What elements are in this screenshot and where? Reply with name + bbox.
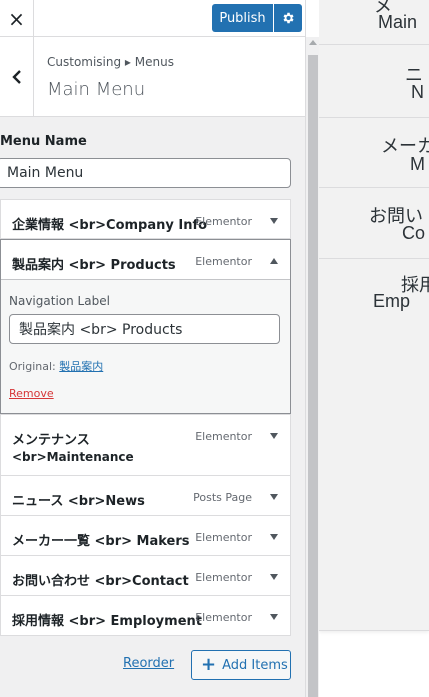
menu-name-label: Menu Name xyxy=(0,134,87,149)
chevron-down-icon[interactable] xyxy=(268,531,280,543)
navigation-label-input[interactable] xyxy=(9,314,280,344)
menu-item-title: 企業情報 <br>Company Info xyxy=(12,218,208,233)
chevron-down-icon[interactable] xyxy=(268,215,280,227)
chevron-down-icon[interactable] xyxy=(268,611,280,623)
menu-name-input[interactable] xyxy=(0,158,291,188)
chevron-down-icon[interactable] xyxy=(268,571,280,583)
menu-item-title: メンテナンス xyxy=(12,433,90,448)
preview-item-line2: N xyxy=(411,82,424,102)
breadcrumb: Customising ▸ Menus xyxy=(47,55,174,69)
menu-item-title: 製品案内 <br> Products xyxy=(12,258,176,273)
menu-item-makers[interactable]: メーカー一覧 <br> Makers Elementor xyxy=(0,515,291,556)
original-prefix: Original: xyxy=(9,360,60,373)
scroll-up-icon[interactable] xyxy=(309,40,317,45)
menu-item-type: Elementor xyxy=(195,611,252,624)
back-button[interactable] xyxy=(0,37,34,117)
preview-menu-item[interactable]: お問い Co xyxy=(319,188,429,259)
menu-item-type: Elementor xyxy=(195,531,252,544)
gear-icon xyxy=(283,12,294,24)
chevron-down-icon[interactable] xyxy=(268,491,280,503)
close-button[interactable]: × xyxy=(0,0,34,37)
customizer-window: × Publish Customising ▸ Menus Main Menu … xyxy=(0,0,429,697)
scrollbar-thumb[interactable] xyxy=(308,55,318,697)
plus-icon: + xyxy=(201,654,217,675)
publish-button[interactable]: Publish xyxy=(212,4,273,32)
original-link[interactable]: 製品案内 xyxy=(59,360,103,373)
chevron-left-icon xyxy=(11,70,21,84)
customizer-panel: × Publish Customising ▸ Menus Main Menu … xyxy=(0,0,306,697)
preview-item-line2: Main xyxy=(378,12,418,32)
menu-item-type: Posts Page xyxy=(193,491,252,504)
menu-item-settings: Navigation Label Original: 製品案内 Remove xyxy=(1,280,290,413)
publish-settings-button[interactable] xyxy=(274,4,302,32)
preview-menu-item[interactable]: メ Main xyxy=(319,0,429,45)
preview-item-line2: Co xyxy=(402,223,426,243)
preview-menu: メ Main ニ N メーカ M お問い Co 採用 Emp xyxy=(319,0,429,331)
remove-link[interactable]: Remove xyxy=(9,387,54,400)
navigation-label-caption: Navigation Label xyxy=(9,294,110,308)
chevron-up-icon[interactable] xyxy=(268,255,280,267)
menu-item-title: ニュース <br>News xyxy=(12,494,145,509)
add-items-label: Add Items xyxy=(222,657,288,673)
preview-menu-panel xyxy=(319,331,429,631)
preview-item-line2: Emp xyxy=(373,291,411,311)
menu-item-title: お問い合わせ <br>Contact xyxy=(12,574,189,589)
menu-item-title: 採用情報 <br> Employment xyxy=(12,614,202,629)
preview-menu-item[interactable]: メーカ M xyxy=(319,118,429,188)
header-actions: × Publish xyxy=(0,0,305,37)
section-header: Customising ▸ Menus Main Menu xyxy=(0,37,305,117)
menu-item-type: Elementor xyxy=(195,255,252,268)
menu-item-title: メーカー一覧 <br> Makers xyxy=(12,534,190,549)
preview-menu-item[interactable]: 採用 Emp xyxy=(319,259,429,331)
menu-item-subtitle: <br>Maintenance xyxy=(12,450,134,464)
menu-item-news[interactable]: ニュース <br>News Posts Page xyxy=(0,475,291,516)
add-items-button[interactable]: + Add Items xyxy=(191,650,291,680)
menu-item-contact[interactable]: お問い合わせ <br>Contact Elementor xyxy=(0,555,291,596)
menu-item-company-info[interactable]: 企業情報 <br>Company Info Elementor xyxy=(0,199,291,239)
original-line: Original: 製品案内 xyxy=(9,358,103,374)
chevron-down-icon[interactable] xyxy=(268,430,280,442)
menu-item-type: Elementor xyxy=(195,430,252,443)
section-title: Main Menu xyxy=(47,79,146,100)
menu-item-type: Elementor xyxy=(195,571,252,584)
menu-item-employment[interactable]: 採用情報 <br> Employment Elementor xyxy=(0,595,291,636)
reorder-link[interactable]: Reorder xyxy=(123,656,174,671)
menu-item-products: 製品案内 <br> Products Elementor Navigation … xyxy=(0,239,291,414)
preview-menu-item[interactable]: ニ N xyxy=(319,45,429,118)
close-icon: × xyxy=(8,6,25,31)
menu-item-header[interactable]: 製品案内 <br> Products Elementor xyxy=(1,240,290,280)
preview-item-line2: M xyxy=(410,154,425,174)
site-preview: メ Main ニ N メーカ M お問い Co 採用 Emp xyxy=(319,0,429,697)
menu-item-type: Elementor xyxy=(195,215,252,228)
menu-item-maintenance[interactable]: メンテナンス <br>Maintenance Elementor xyxy=(0,414,291,476)
panel-scrollbar[interactable] xyxy=(306,37,319,697)
